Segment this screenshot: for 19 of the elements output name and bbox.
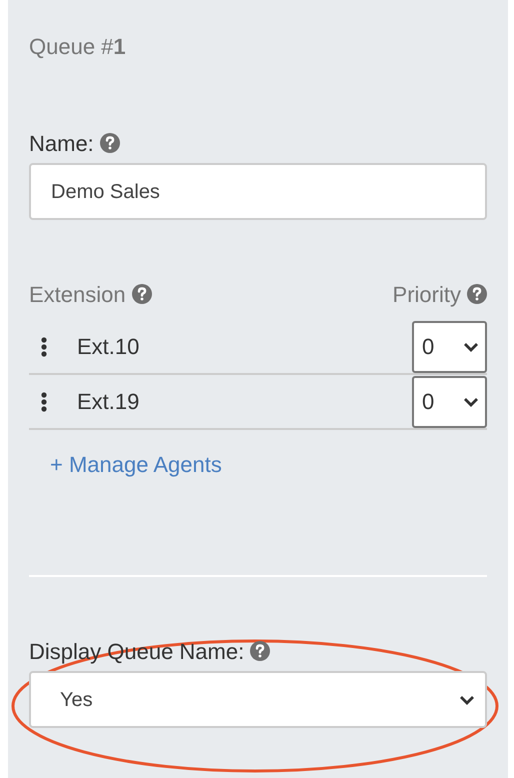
drag-handle-icon[interactable] — [40, 392, 48, 412]
column-header: Extension — [29, 280, 126, 308]
field-label: Name: — [29, 130, 94, 158]
help-icon[interactable] — [250, 641, 270, 661]
extension-name: Ext.19 — [77, 388, 140, 416]
name-field[interactable]: Demo Sales — [29, 163, 487, 220]
help-icon[interactable] — [467, 284, 487, 304]
select-field[interactable]: Yes — [29, 671, 487, 728]
queue-title: Queue #1 — [29, 33, 127, 61]
priority-select[interactable]: 0 — [412, 376, 487, 428]
help-icon[interactable] — [100, 133, 120, 153]
chevron-down-icon — [463, 342, 479, 352]
chevron-down-icon — [459, 694, 475, 704]
drag-handle-icon[interactable] — [40, 336, 48, 356]
chevron-down-icon — [463, 396, 479, 406]
help-icon[interactable] — [132, 284, 152, 304]
column-header: Priority — [392, 280, 461, 309]
extension-name: Ext.10 — [77, 333, 140, 361]
priority-select[interactable]: 0 — [412, 320, 487, 372]
